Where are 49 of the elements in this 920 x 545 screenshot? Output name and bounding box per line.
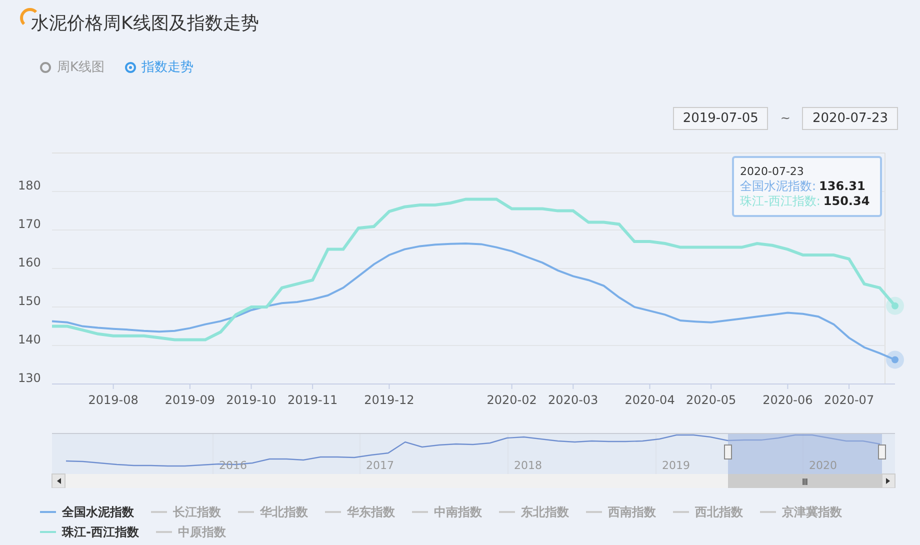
x-axis-label: 2020-05 [686,393,736,407]
legend-item[interactable]: 西南指数 [586,504,656,520]
scroll-right-button[interactable] [882,474,896,488]
x-axis-label: 2019-12 [364,393,414,407]
legend-item[interactable]: 西北指数 [673,504,743,520]
view-radio-option[interactable]: 周K线图 [40,58,105,78]
timeline-year-label: 2017 [366,459,394,472]
scrollbar-thumb[interactable] [728,474,882,488]
page-title: 水泥价格周K线图及指数走势 [31,12,259,36]
y-axis-label: 160 [18,256,41,270]
x-axis-label: 2020-02 [486,393,537,407]
tooltip-date: 2020-07-23 [740,164,805,179]
timeline-year-label: 2020 [809,459,837,472]
y-axis-label: 180 [18,178,41,192]
tooltip-value: 136.31 [819,179,866,194]
y-axis-label: 140 [18,332,41,346]
x-axis-label: 2019-10 [226,393,276,407]
x-axis-label: 2020-06 [762,393,813,407]
view-radio-option[interactable]: 指数走势 [124,58,194,78]
legend-item[interactable]: 长江指数 [151,504,221,520]
x-axis-label: 2019-11 [288,393,338,407]
tooltip-series-label: 珠江-西江指数: [740,194,820,209]
tooltip-value: 150.34 [823,194,870,209]
legend-item[interactable]: 中南指数 [412,504,482,520]
end-date-field[interactable]: 2020-07-23 [802,106,898,130]
x-axis-label: 2020-03 [548,393,598,407]
timeline-year-label: 2018 [514,459,542,472]
legend-item[interactable]: 京津冀指数 [760,504,842,520]
scrollbar-grip: Ⅲ [802,478,808,488]
tooltip-series-label: 全国水泥指数: [740,179,816,194]
x-axis-label: 2020-07 [824,393,874,407]
legend-item[interactable]: 华北指数 [238,504,308,520]
legend-item[interactable]: 珠江-西江指数 [40,524,139,540]
x-axis-label: 2019-08 [88,393,138,407]
legend-item[interactable]: 全国水泥指数 [40,504,134,520]
x-axis-label: 2019-09 [164,393,216,407]
legend-item[interactable]: 中原指数 [156,524,226,540]
range-handle[interactable] [724,444,732,460]
scroll-left-button[interactable] [52,474,66,488]
range-handle[interactable] [878,444,886,460]
legend-item[interactable]: 东北指数 [499,504,569,520]
legend-item[interactable]: 华东指数 [325,504,395,520]
y-axis-label: 150 [18,294,41,308]
x-axis-label: 2020-04 [624,393,675,407]
y-axis-label: 170 [18,217,41,231]
start-date-field[interactable]: 2019-07-05 [672,106,768,130]
timeline-year-label: 2019 [662,459,690,472]
y-axis-label: 130 [18,371,41,385]
range-separator: ~ [780,110,790,128]
